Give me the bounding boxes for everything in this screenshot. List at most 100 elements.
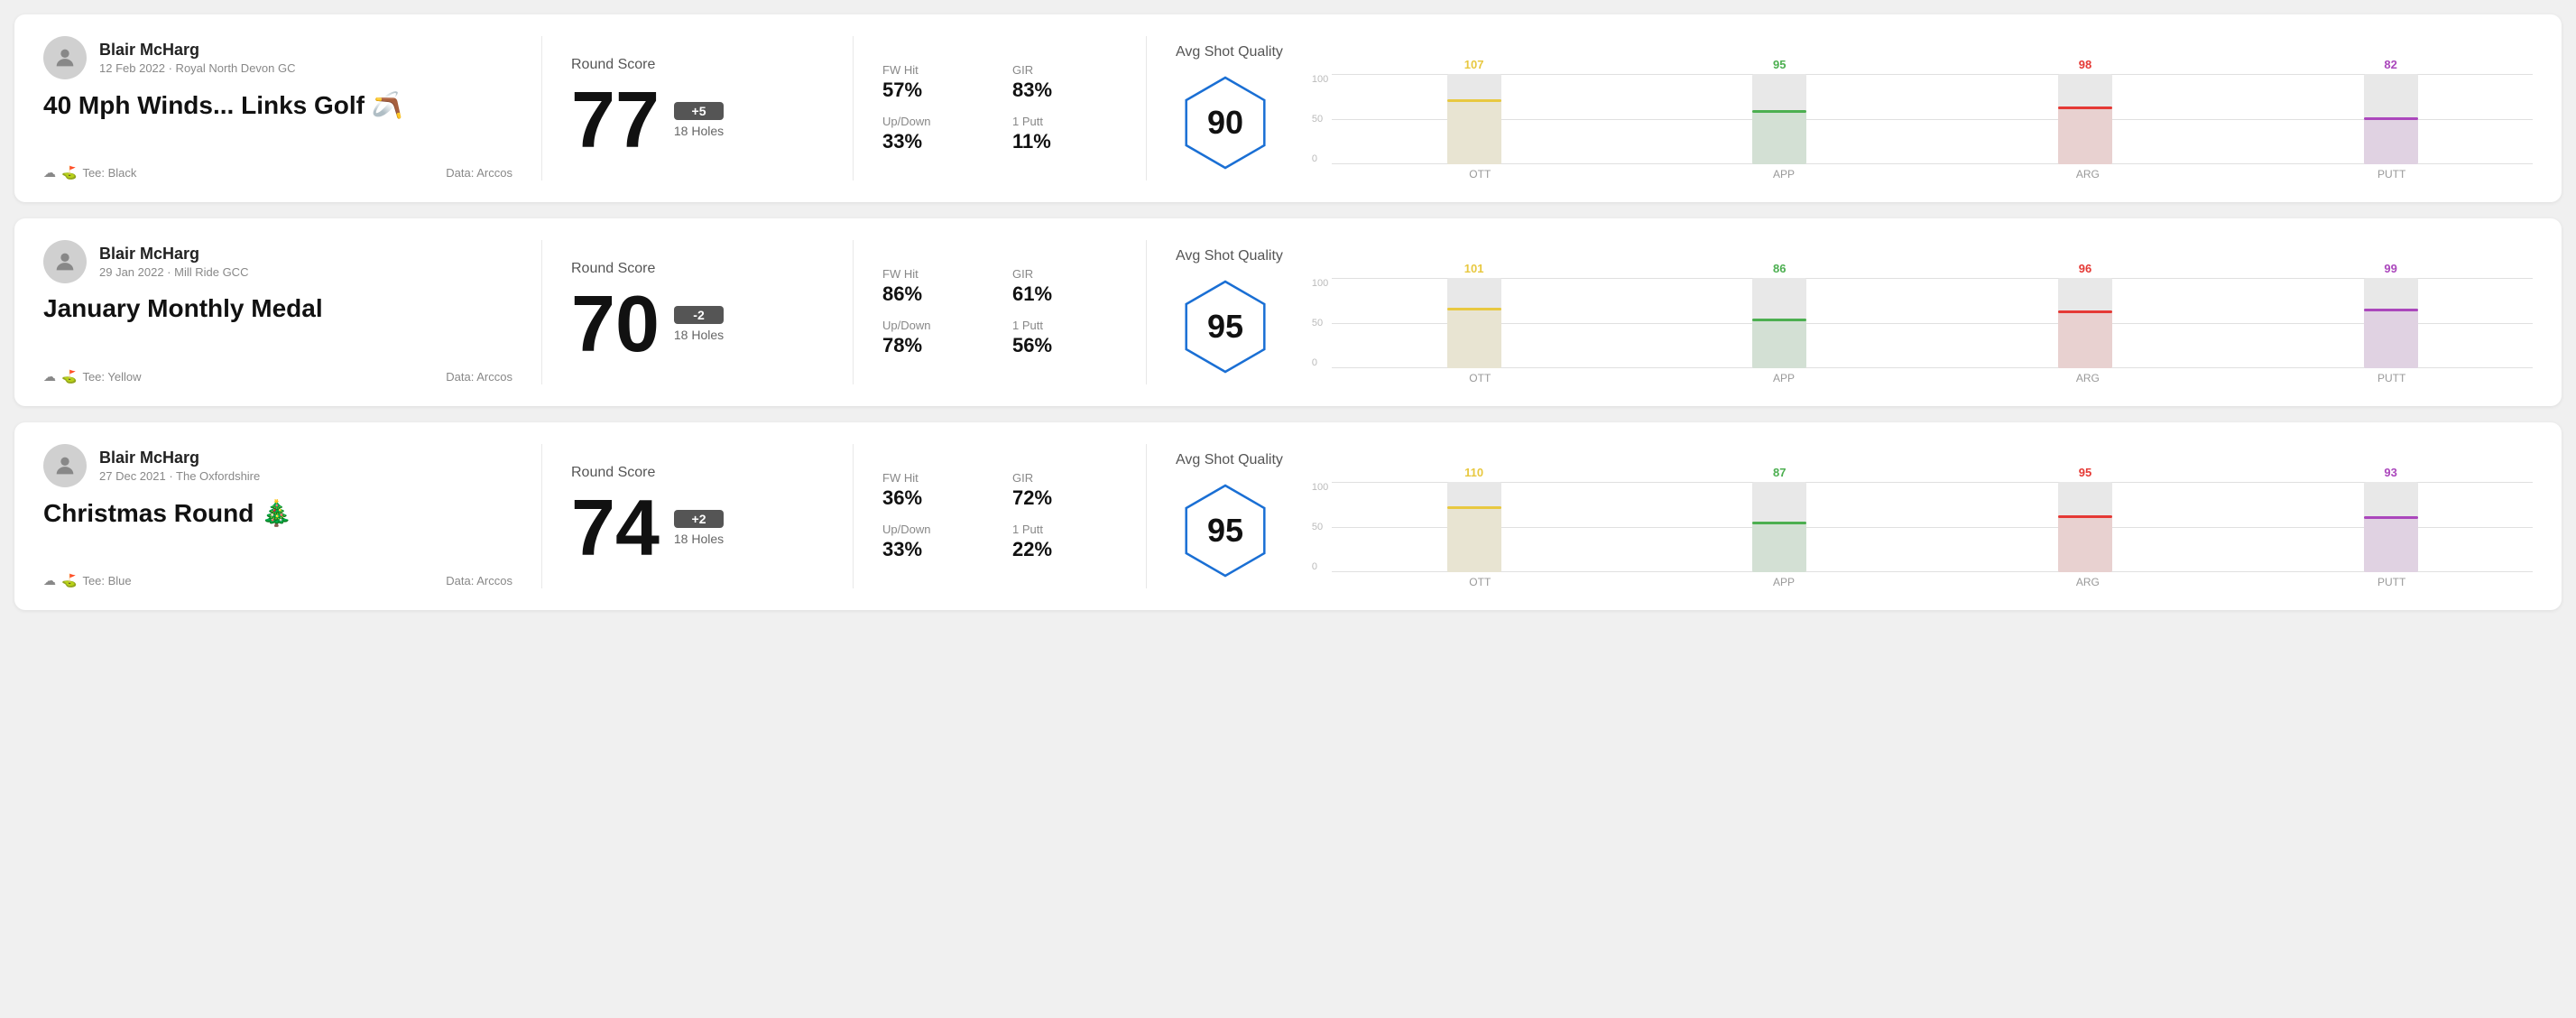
chart-x-label: APP [1643, 168, 1925, 180]
tee-info: ☁ ⛳ Tee: Yellow [43, 369, 142, 384]
chart-x-label: OTT [1339, 168, 1621, 180]
score-detail: +2 18 Holes [674, 510, 724, 546]
stat-value: 22% [1012, 538, 1117, 561]
avatar [43, 240, 87, 283]
bar-line [2058, 515, 2112, 518]
bar-wrapper [2058, 482, 2112, 572]
y-label: 100 [1312, 278, 1328, 289]
tee-marker-icon: ⛳ [61, 165, 77, 180]
stat-value: 11% [1012, 130, 1117, 153]
chart-x-label: PUTT [2250, 372, 2533, 384]
bar-value-label: 96 [2079, 262, 2091, 275]
stat-value: 56% [1012, 334, 1117, 357]
bar-group-ott: 110 [1332, 466, 1616, 572]
stat-label: FW Hit [882, 267, 987, 281]
quality-value: 95 [1207, 512, 1243, 550]
bar-group-arg: 96 [1944, 262, 2228, 368]
chart-y-labels: 100500 [1312, 482, 1328, 572]
score-badge: +5 [674, 102, 724, 120]
divider-2 [853, 444, 854, 588]
quality-value: 90 [1207, 104, 1243, 142]
score-section-label: Round Score [571, 261, 824, 277]
stat-label: 1 Putt [1012, 319, 1117, 332]
chart-x-label: ARG [1946, 372, 2229, 384]
stats-grid: FW Hit 57% GIR 83% Up/Down 33% 1 Putt 11… [882, 63, 1117, 153]
score-holes: 18 Holes [674, 532, 724, 546]
bar-line [1447, 506, 1501, 509]
chart-x-label: PUTT [2250, 576, 2533, 588]
score-section-label: Round Score [571, 57, 824, 73]
chart-x-label: OTT [1339, 576, 1621, 588]
score-section: Round Score 74 +2 18 Holes [571, 444, 824, 588]
y-label: 50 [1312, 114, 1328, 125]
bar-fill [2058, 106, 2112, 164]
left-section: Blair McHarg 29 Jan 2022 · Mill Ride GCC… [43, 240, 512, 384]
stat-value: 33% [882, 130, 987, 153]
y-label: 50 [1312, 522, 1328, 532]
stats-section: FW Hit 57% GIR 83% Up/Down 33% 1 Putt 11… [882, 36, 1117, 180]
round-footer: ☁ ⛳ Tee: Black Data: Arccos [43, 165, 512, 180]
stat-item-up-down: Up/Down 33% [882, 523, 987, 561]
user-header: Blair McHarg 12 Feb 2022 · Royal North D… [43, 36, 512, 79]
stat-label: GIR [1012, 63, 1117, 77]
bar-wrapper [2058, 74, 2112, 164]
bar-group-app: 86 [1638, 262, 1922, 368]
stat-label: FW Hit [882, 63, 987, 77]
stat-label: GIR [1012, 267, 1117, 281]
bar-chart: 100500 110 87 [1312, 444, 2533, 588]
y-label: 0 [1312, 561, 1328, 572]
divider-3 [1146, 36, 1147, 180]
bar-line [2364, 117, 2418, 120]
bar-value-label: 98 [2079, 58, 2091, 71]
score-holes: 18 Holes [674, 328, 724, 342]
bar-line [1447, 308, 1501, 310]
bar-wrapper [1752, 74, 1806, 164]
score-number: 74 [571, 488, 660, 568]
bar-wrapper [1752, 278, 1806, 368]
score-section: Round Score 70 -2 18 Holes [571, 240, 824, 384]
avatar [43, 36, 87, 79]
bar-line [2058, 310, 2112, 313]
bar-group-arg: 98 [1944, 58, 2228, 164]
round-footer: ☁ ⛳ Tee: Yellow Data: Arccos [43, 369, 512, 384]
bar-chart: 100500 101 86 [1312, 240, 2533, 384]
bar-value-label: 99 [2384, 262, 2396, 275]
bar-value-label: 110 [1464, 466, 1483, 479]
score-badge: +2 [674, 510, 724, 528]
bar-value-label: 95 [1773, 58, 1786, 71]
score-number: 77 [571, 80, 660, 160]
stat-value: 83% [1012, 79, 1117, 102]
y-label: 0 [1312, 357, 1328, 368]
round-title: 40 Mph Winds... Links Golf 🪃 [43, 90, 512, 120]
chart-outer: Avg Shot Quality 95 100500 101 [1176, 240, 2533, 384]
quality-section: Avg Shot Quality 90 [1176, 44, 1283, 172]
bar-fill [1447, 506, 1501, 572]
bar-group-app: 87 [1638, 466, 1922, 572]
stat-label: GIR [1012, 471, 1117, 485]
stat-item-fw-hit: FW Hit 86% [882, 267, 987, 306]
round-title: January Monthly Medal [43, 294, 512, 323]
stat-item-1-putt: 1 Putt 56% [1012, 319, 1117, 357]
stat-value: 72% [1012, 486, 1117, 510]
bars-area: 107 95 98 8 [1332, 74, 2533, 164]
score-detail: -2 18 Holes [674, 306, 724, 342]
bar-fill [1447, 99, 1501, 164]
weather-icon: ☁ [43, 165, 56, 180]
quality-section: Avg Shot Quality 95 [1176, 248, 1283, 376]
user-meta: 29 Jan 2022 · Mill Ride GCC [99, 265, 248, 279]
chart-y-labels: 100500 [1312, 278, 1328, 368]
divider-3 [1146, 444, 1147, 588]
bar-value-label: 82 [2384, 58, 2396, 71]
stat-label: Up/Down [882, 115, 987, 128]
score-badge: -2 [674, 306, 724, 324]
bar-value-label: 107 [1464, 58, 1484, 71]
bar-fill [1752, 319, 1806, 368]
tee-marker-icon: ⛳ [61, 369, 77, 384]
avatar [43, 444, 87, 487]
stat-item-gir: GIR 83% [1012, 63, 1117, 102]
divider-1 [541, 240, 542, 384]
quality-hexagon: 95 [1176, 277, 1275, 376]
bar-line [1752, 319, 1806, 321]
stat-value: 36% [882, 486, 987, 510]
score-detail: +5 18 Holes [674, 102, 724, 138]
